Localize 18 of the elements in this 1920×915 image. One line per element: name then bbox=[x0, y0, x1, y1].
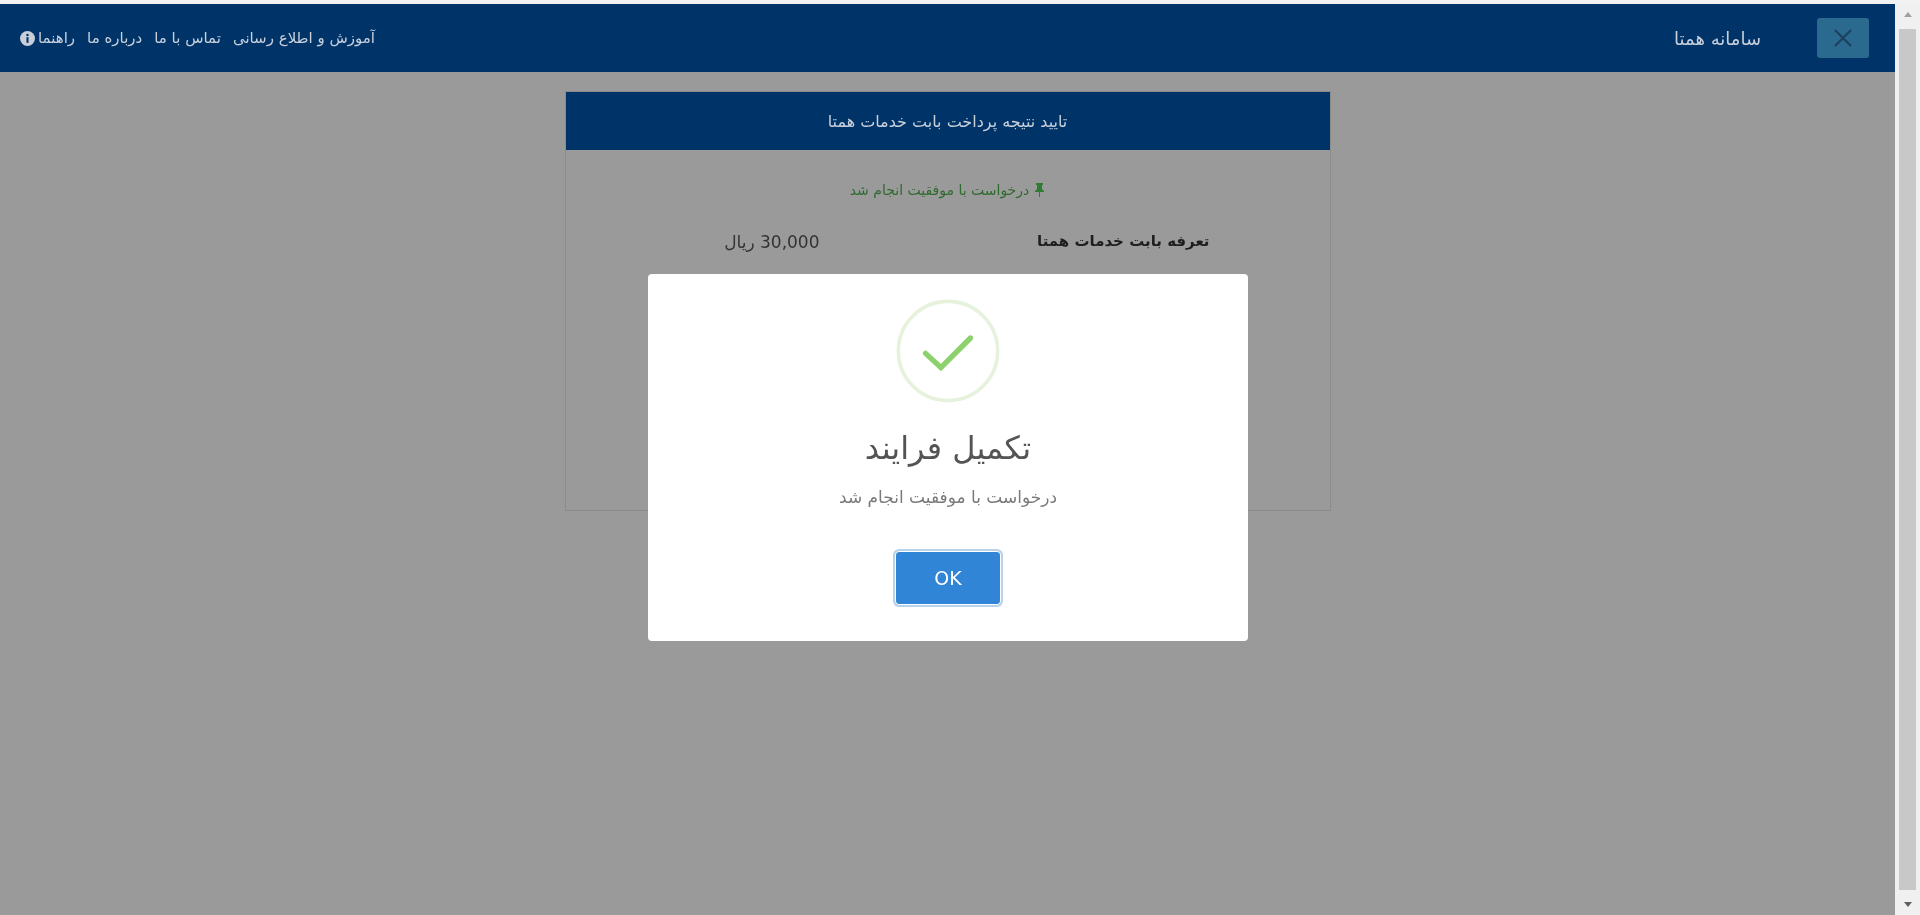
nav-link[interactable]: راهنما bbox=[20, 29, 76, 47]
nav-link[interactable]: درباره ما bbox=[87, 29, 143, 47]
scrollbar[interactable] bbox=[1895, 4, 1920, 915]
info-icon bbox=[20, 30, 35, 46]
pin-icon bbox=[1034, 183, 1046, 197]
success-message: درخواست با موفقیت انجام شد bbox=[849, 182, 1030, 198]
nav-link[interactable]: تماس با ما bbox=[154, 29, 221, 47]
fee-label: تعرفه بابت خدمات همتا bbox=[1036, 232, 1210, 252]
close-icon bbox=[1832, 27, 1854, 49]
site-title: سامانه همتا bbox=[1674, 27, 1761, 49]
close-button[interactable] bbox=[1817, 18, 1869, 58]
check-icon bbox=[896, 299, 1000, 403]
card-title: تایید نتیجه پرداخت بابت خدمات همتا bbox=[827, 111, 1068, 131]
dialog-message: درخواست با موفقیت انجام شد bbox=[839, 487, 1057, 507]
nav-link[interactable]: آموزش و اطلاع رسانی bbox=[232, 29, 375, 47]
fee-value: 30,000 ریال bbox=[724, 232, 820, 252]
ok-button[interactable]: OK bbox=[895, 551, 1001, 605]
dialog-title: تکمیل فرایند bbox=[864, 429, 1032, 467]
